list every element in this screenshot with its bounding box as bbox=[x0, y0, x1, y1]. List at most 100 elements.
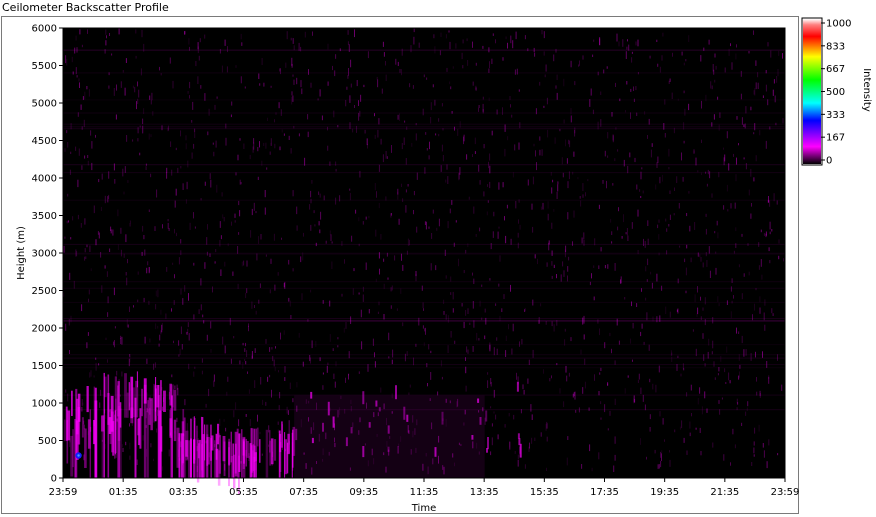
noise-speckle bbox=[669, 214, 671, 220]
noise-speckle bbox=[322, 385, 324, 390]
noise-speckle bbox=[109, 248, 111, 252]
aerosol-blob bbox=[375, 400, 378, 407]
noise-speckle bbox=[748, 51, 750, 54]
noise-speckle bbox=[179, 348, 181, 355]
noise-speckle bbox=[734, 444, 736, 449]
noise-speckle bbox=[733, 295, 734, 299]
aerosol-blob bbox=[322, 422, 324, 432]
noise-speckle bbox=[758, 265, 760, 270]
noise-speckle bbox=[496, 109, 498, 115]
noise-speckle bbox=[200, 85, 202, 89]
noise-speckle bbox=[626, 46, 628, 50]
noise-speckle bbox=[708, 39, 710, 45]
noise-speckle bbox=[546, 467, 547, 471]
noise-speckle bbox=[135, 55, 137, 59]
noise-speckle bbox=[732, 428, 734, 435]
noise-speckle bbox=[149, 338, 151, 343]
noise-speckle bbox=[685, 267, 687, 276]
noise-speckle bbox=[197, 42, 199, 50]
noise-speckle bbox=[662, 418, 664, 425]
noise-speckle bbox=[450, 292, 452, 295]
noise-speckle bbox=[594, 374, 595, 381]
aerosol-streak bbox=[204, 424, 206, 461]
noise-speckle bbox=[182, 183, 184, 190]
noise-speckle bbox=[703, 354, 705, 361]
noise-speckle bbox=[314, 224, 316, 227]
noise-speckle bbox=[589, 281, 591, 286]
noise-speckle bbox=[539, 149, 541, 156]
noise-speckle bbox=[326, 365, 328, 373]
noise-speckle bbox=[556, 92, 558, 100]
noise-speckle bbox=[633, 398, 635, 404]
aerosol-streak bbox=[178, 433, 181, 478]
noise-speckle bbox=[100, 206, 102, 211]
noise-speckle bbox=[178, 257, 180, 265]
noise-speckle bbox=[447, 176, 449, 184]
noise-speckle bbox=[410, 45, 412, 53]
noise-speckle bbox=[245, 361, 247, 365]
noise-speckle bbox=[291, 96, 293, 105]
noise-speckle bbox=[631, 57, 633, 63]
noise-speckle bbox=[607, 155, 609, 158]
noise-speckle bbox=[166, 267, 168, 272]
noise-speckle bbox=[358, 292, 360, 295]
noise-speckle bbox=[279, 146, 281, 151]
noise-speckle bbox=[672, 52, 673, 57]
noise-speckle bbox=[505, 36, 507, 40]
noise-speckle bbox=[321, 115, 323, 121]
noise-speckle bbox=[65, 55, 67, 64]
noise-speckle bbox=[413, 210, 414, 215]
noise-speckle bbox=[377, 79, 379, 88]
noise-speckle bbox=[658, 464, 660, 469]
x-tick-label: 21:35 bbox=[710, 487, 739, 498]
noise-speckle bbox=[498, 226, 500, 229]
noise-speckle bbox=[399, 113, 400, 121]
noise-speckle bbox=[614, 436, 616, 444]
noise-speckle bbox=[147, 261, 149, 266]
noise-speckle bbox=[472, 81, 474, 86]
noise-speckle bbox=[89, 245, 91, 252]
noise-speckle bbox=[767, 42, 769, 47]
noise-speckle bbox=[212, 286, 213, 293]
noise-speckle bbox=[647, 220, 649, 226]
noise-speckle bbox=[665, 218, 667, 222]
noise-speckle bbox=[225, 427, 227, 432]
noise-speckle bbox=[577, 177, 579, 180]
noise-speckle bbox=[664, 439, 665, 442]
y-tick-label: 2500 bbox=[32, 286, 57, 297]
noise-speckle bbox=[189, 222, 191, 230]
noise-speckle bbox=[591, 467, 593, 472]
noise-speckle bbox=[505, 350, 507, 357]
aerosol-blob bbox=[345, 437, 348, 447]
aerosol-streak bbox=[141, 388, 143, 417]
noise-speckle bbox=[598, 452, 600, 460]
colorbar-tick-label: 1000 bbox=[826, 19, 851, 30]
noise-speckle bbox=[269, 347, 271, 352]
noise-speckle bbox=[78, 148, 80, 156]
noise-speckle bbox=[714, 53, 716, 58]
aerosol-streak bbox=[245, 438, 247, 467]
noise-speckle bbox=[714, 231, 716, 234]
noise-speckle bbox=[293, 79, 295, 85]
noise-speckle bbox=[235, 65, 237, 68]
noise-speckle bbox=[361, 341, 363, 350]
noise-speckle bbox=[143, 297, 145, 303]
noise-speckle bbox=[148, 209, 150, 212]
noise-speckle bbox=[358, 100, 359, 106]
noise-speckle bbox=[358, 217, 360, 222]
noise-speckle bbox=[574, 81, 576, 86]
noise-speckle bbox=[137, 299, 139, 303]
aerosol-blob bbox=[406, 414, 409, 422]
noise-speckle bbox=[150, 173, 152, 178]
noise-speckle bbox=[593, 265, 595, 268]
aerosol-streak bbox=[115, 398, 117, 430]
noise-speckle bbox=[770, 50, 772, 58]
noise-speckle bbox=[514, 144, 516, 151]
noise-speckle bbox=[245, 292, 247, 299]
noise-speckle bbox=[633, 86, 634, 91]
noise-speckle bbox=[724, 67, 726, 73]
noise-speckle bbox=[245, 414, 247, 417]
y-tick-label: 2000 bbox=[32, 324, 57, 335]
noise-speckle bbox=[221, 65, 223, 73]
noise-speckle bbox=[259, 141, 260, 148]
